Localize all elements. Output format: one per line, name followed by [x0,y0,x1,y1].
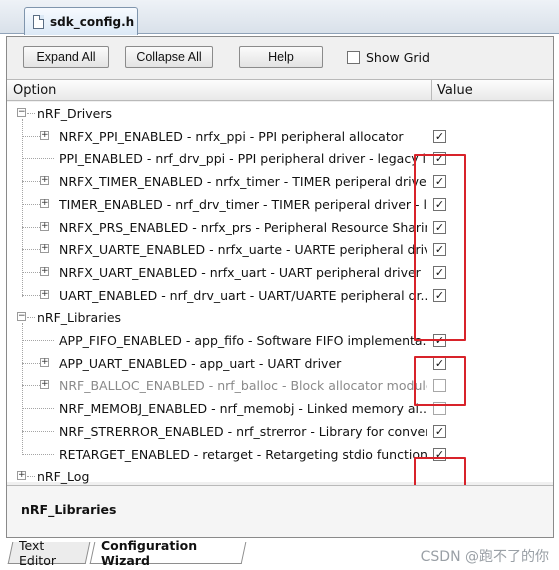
help-button[interactable]: Help [239,46,323,68]
tree-item[interactable]: + NRFX_UARTE_ENABLED - nrfx_uarte - UARTE… [7,239,553,261]
tree-item-label: NRFX_UARTE_ENABLED - nrfx_uarte - UARTE … [59,242,427,258]
watermark: CSDN @跑不了的你 [420,549,549,565]
tab-configuration-wizard-label: Configuration Wizard [101,537,198,568]
expand-icon[interactable]: + [40,380,49,390]
tree-item[interactable]: + APP_UART_ENABLED - app_uart - UART driv… [7,353,553,375]
tree-item[interactable]: + TIMER_ENABLED - nrf_drv_timer - TIMER p… [7,194,553,216]
show-grid-checkbox[interactable] [347,50,360,64]
tree-item[interactable]: NRF_MEMOBJ_ENABLED - nrf_memobj - Linked… [7,398,553,420]
tree-item[interactable]: + NRFX_TIMER_ENABLED - nrfx_timer - TIMER… [7,171,553,193]
options-tree: − nRF_Drivers + NRFX_PPI_ENABLED - nrfx_ppi… [7,102,553,498]
value-checkbox[interactable]: ✓ [433,129,446,143]
expand-icon[interactable]: + [40,266,49,276]
expand-icon[interactable]: + [40,198,49,208]
tree-item[interactable]: + NRF_BALLOC_ENABLED - nrf_balloc - Block… [7,375,553,397]
value-checkbox[interactable]: ✓ [433,424,446,438]
tree-connector [22,135,40,137]
tree-item-label: NRFX_PRS_ENABLED - nrfx_prs - Peripheral… [59,219,427,235]
tree-item-label: UART_ENABLED - nrf_drv_uart - UART/UARTE… [59,287,427,303]
tree-connector [22,362,40,364]
show-grid-toggle[interactable]: Show Grid [347,50,430,65]
description-title: nRF_Libraries [21,502,117,517]
column-option[interactable]: Option [13,83,56,98]
column-value[interactable]: Value [437,83,473,98]
tree-connector [27,113,35,114]
tree-item-label: APP_FIFO_ENABLED - app_fifo - Software F… [59,333,427,348]
tree-item-label: PPI_ENABLED - nrf_drv_ppi - PPI peripher… [59,151,427,167]
column-divider[interactable] [431,80,432,100]
tree-item[interactable]: + NRFX_UART_ENABLED - nrfx_uart - UART pe… [7,262,553,284]
column-header: Option Value [7,79,553,101]
tree-item[interactable]: + NRFX_PRS_ENABLED - nrfx_prs - Periphera… [7,217,553,239]
description-pane: nRF_Libraries [7,485,553,537]
configuration-wizard-panel: Expand All Collapse All Help Show Grid O… [6,36,554,538]
tree-group-label: nRF_Log [37,469,90,485]
tree-item[interactable]: APP_FIFO_ENABLED - app_fifo - Software F… [7,330,553,352]
tab-text-editor-label: Text Editor [19,537,57,568]
tree-connector [22,430,54,432]
tree-item[interactable]: + UART_ENABLED - nrf_drv_uart - UART/UART… [7,285,553,307]
tab-text-editor[interactable]: Text Editor [7,538,91,568]
collapse-all-button[interactable]: Collapse All [125,46,213,68]
expand-icon[interactable]: + [17,471,26,481]
tree-connector [22,158,54,160]
tree-item-label: NRFX_PPI_ENABLED - nrfx_ppi - PPI periph… [59,128,404,144]
expand-all-button[interactable]: Expand All [23,46,109,68]
expand-icon[interactable]: + [40,176,49,186]
tree-connector [22,119,23,297]
tree-connector [22,453,54,455]
expand-icon[interactable]: + [40,357,49,367]
tree-connector [22,181,40,183]
tree-connector [22,294,40,296]
tree-connector [22,249,40,251]
tree-group[interactable]: − nRF_Drivers [7,103,553,125]
tree-item[interactable]: RETARGET_ENABLED - retarget - Retargetin… [7,444,553,466]
tree-group-label: nRF_Drivers [37,106,113,121]
collapse-icon[interactable]: − [17,312,26,322]
collapse-icon[interactable]: − [17,108,26,117]
expand-icon[interactable]: + [40,221,49,231]
highlight-box [414,356,466,406]
file-tab-sdk-config[interactable]: sdk_config.h [24,7,138,35]
tree-item-label: NRFX_TIMER_ENABLED - nrfx_timer - TIMER … [59,174,427,190]
document-icon [33,14,44,29]
tree-group-label: nRF_Libraries [37,310,122,326]
tree-connector [22,385,40,387]
tree-item-label: RETARGET_ENABLED - retarget - Retargetin… [59,446,427,462]
expand-icon[interactable]: + [40,130,49,140]
tree-item-label: APP_UART_ENABLED - app_uart - UART drive… [59,355,342,371]
tree-connector [27,317,35,319]
file-tab-strip: sdk_config.h [0,0,559,35]
tree-item-label: NRF_STRERROR_ENABLED - nrf_strerror - Li… [59,423,427,439]
expand-icon[interactable]: + [40,289,49,299]
expand-icon[interactable]: + [40,244,49,254]
show-grid-label: Show Grid [366,49,430,65]
tab-configuration-wizard[interactable]: Configuration Wizard [89,538,247,568]
tree-item-label: NRF_BALLOC_ENABLED - nrf_balloc - Block … [59,378,427,394]
tree-item[interactable]: + NRFX_PPI_ENABLED - nrfx_ppi - PPI perip… [7,126,553,148]
tree-connector [22,340,54,341]
tree-group[interactable]: − nRF_Libraries [7,307,553,329]
tree-item-label: TIMER_ENABLED - nrf_drv_timer - TIMER pe… [59,196,427,212]
tree-connector [22,323,23,456]
tree-connector [22,271,40,273]
tree-item-label: NRF_MEMOBJ_ENABLED - nrf_memobj - Linked… [59,401,427,417]
tree-connector [22,226,40,228]
tree-item[interactable]: NRF_STRERROR_ENABLED - nrf_strerror - Li… [7,421,553,443]
tree-connector [22,408,54,410]
tree-item-label: NRFX_UART_ENABLED - nrfx_uart - UART per… [59,264,421,280]
tree-connector [22,203,40,205]
toolbar: Expand All Collapse All Help Show Grid [7,37,553,77]
tree-connector [27,476,35,478]
highlight-box [414,154,466,341]
tree-item[interactable]: PPI_ENABLED - nrf_drv_ppi - PPI peripher… [7,148,553,170]
file-tab-label: sdk_config.h [50,14,135,29]
